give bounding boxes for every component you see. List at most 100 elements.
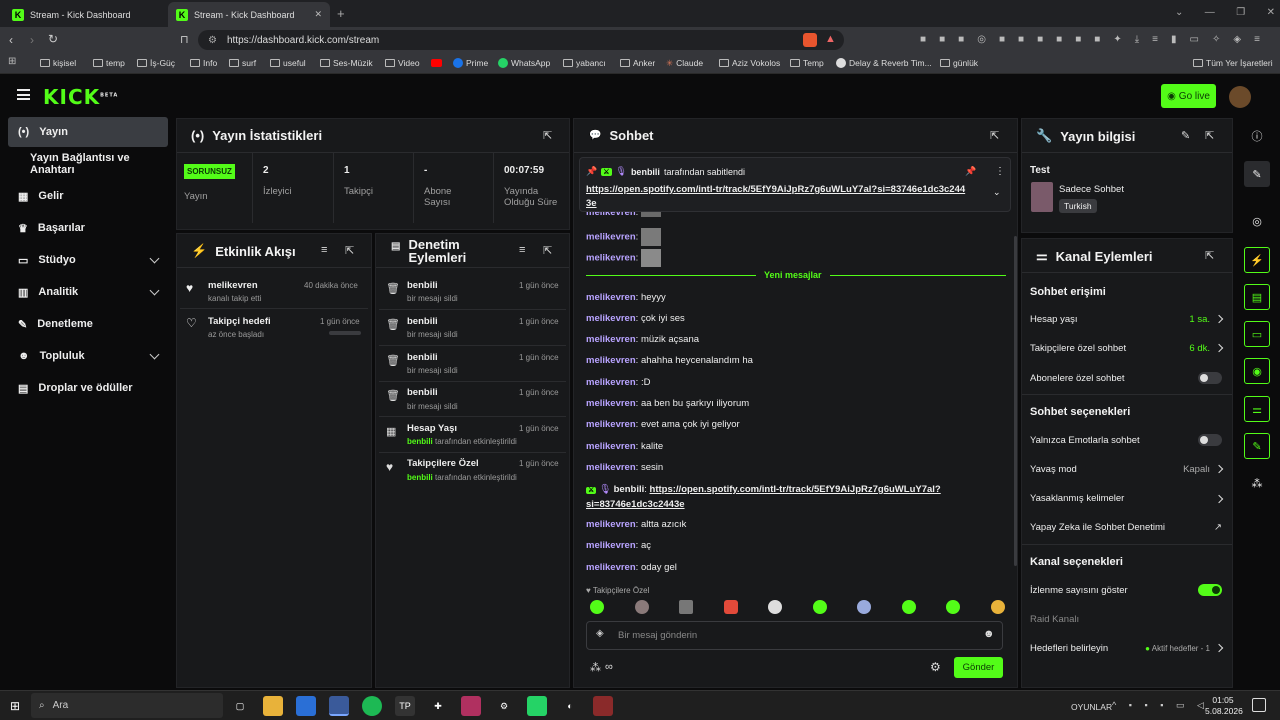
edit-icon[interactable]: ✎ (1181, 129, 1190, 142)
volume-icon[interactable]: ◁ (1197, 700, 1204, 712)
bookmark-item[interactable]: useful (270, 55, 306, 71)
chat-username[interactable]: melikevren (586, 313, 636, 324)
bookmark-item[interactable]: surf (229, 55, 256, 71)
url-field[interactable]: ⚙ https://dashboard.kick.com/stream (198, 30, 844, 50)
extension-icon[interactable]: ■ (1056, 34, 1062, 46)
chat-username[interactable]: melikevren (586, 419, 636, 430)
chat-username[interactable]: melikevren (586, 232, 636, 243)
target-icon[interactable]: ◎ (1244, 208, 1270, 234)
chat-username[interactable]: melikevren (586, 462, 636, 473)
setting-ai-moderation[interactable]: Yapay Zeka ile Sohbet Denetimi ↗ (1030, 522, 1222, 533)
setting-banned-words[interactable]: Yasaklanmış kelimeler (1030, 493, 1224, 504)
extension-icon[interactable]: ■ (958, 34, 964, 46)
bookmark-item[interactable]: WhatsApp (498, 55, 550, 71)
nav-item-studyo[interactable]: ▭ Stüdyo (8, 245, 168, 275)
tag-badge[interactable]: Turkish (1059, 199, 1097, 213)
youtube-bookmark[interactable] (431, 55, 442, 71)
setting-slow-mode[interactable]: Yavaş mod Kapalı (1030, 464, 1224, 475)
emote-icon[interactable] (946, 600, 961, 614)
kick-logo[interactable]: KICKBETA (43, 85, 118, 109)
emote-icon[interactable] (990, 600, 1005, 614)
filter-icon[interactable]: ≡ (519, 244, 525, 256)
extension-icon[interactable]: ◎ (977, 34, 986, 46)
emote-icon[interactable] (812, 600, 827, 614)
bookmark-item[interactable]: Video (385, 55, 420, 71)
forward-icon[interactable]: › (30, 33, 34, 47)
nav-item-analitik[interactable]: ▥ Analitik (8, 277, 168, 307)
broadcast-icon[interactable]: ◉ (1244, 358, 1270, 384)
tray-icon[interactable]: ▪ (1129, 700, 1132, 712)
popout-icon[interactable]: ⇱ (1205, 129, 1214, 142)
tray-label[interactable]: OYUNLAR (1071, 702, 1112, 712)
app-icon[interactable] (296, 696, 316, 716)
bookmark-item[interactable]: İş-Güç (137, 55, 175, 71)
wallet-icon[interactable]: ▭ (1190, 34, 1199, 46)
extension-icon[interactable]: ■ (1018, 34, 1024, 46)
chat-username[interactable]: melikevren (586, 334, 636, 345)
bookmark-item[interactable]: Aziz Vokolos (719, 55, 780, 71)
bookmark-icon[interactable]: ⊓ (180, 33, 189, 46)
emote-icon[interactable] (723, 600, 738, 614)
emote-only-toggle[interactable] (1198, 434, 1222, 446)
nav-item-droplar[interactable]: ▤ Droplar ve ödüller (8, 373, 168, 403)
setting-raid[interactable]: Raid Kanalı (1030, 614, 1222, 625)
setting-followers-only[interactable]: Takipçilere özel sohbet 6 dk. (1030, 343, 1224, 354)
nav-item-stream-key[interactable]: Yayın Bağlantısı ve Anahtarı (8, 149, 168, 179)
community-icon[interactable]: ⁂ (590, 661, 601, 674)
bookmark-item[interactable]: Anker (620, 55, 655, 71)
send-button[interactable]: Gönder (954, 657, 1003, 678)
chat-link[interactable]: https://open.spotify.com/intl-tr/track/5… (650, 484, 941, 495)
browser-tab[interactable]: K Stream - Kick Dashboard (4, 2, 166, 27)
show-views-toggle[interactable] (1198, 584, 1222, 596)
whatsapp-icon[interactable] (527, 696, 547, 716)
windows-start-icon[interactable]: ⊞ (10, 699, 20, 713)
new-tab-icon[interactable]: + (337, 6, 345, 21)
emoji-icon[interactable]: ☻ (983, 628, 995, 640)
reading-icon[interactable]: ≡ (1152, 34, 1158, 46)
sliders-icon[interactable]: ⚌ (1244, 396, 1270, 422)
bookmark-item[interactable]: kişisel (40, 55, 76, 71)
vpn-icon[interactable]: ◈ (1233, 34, 1241, 46)
puzzle-icon[interactable]: ✦ (1113, 34, 1121, 46)
chat-username[interactable]: melikevren (586, 519, 636, 530)
setting-goals[interactable]: Hedefleri belirleyin ● Aktif hedefler - 1 (1030, 643, 1224, 654)
bookmark-item[interactable]: yabancı (563, 55, 606, 71)
app-icon[interactable]: TP (395, 696, 415, 716)
emote-icon[interactable] (634, 600, 649, 614)
file-explorer-icon[interactable] (263, 696, 283, 716)
edit-icon[interactable]: ✎ (1244, 161, 1270, 187)
bookmark-item[interactable]: Temp (790, 55, 824, 71)
sidepanel-icon[interactable]: ▮ (1171, 34, 1177, 46)
browser-tab-active[interactable]: K Stream - Kick Dashboard ✕ (168, 2, 330, 27)
chat-username[interactable]: melikevren (586, 562, 636, 573)
chat-username[interactable]: benbili (614, 484, 645, 495)
nav-item-basarilar[interactable]: ♛ Başarılar (8, 213, 168, 243)
chevron-up-icon[interactable]: ^ (1112, 700, 1116, 712)
brave-browser-icon[interactable] (329, 696, 349, 716)
more-options-icon[interactable]: ⋮ (995, 166, 1005, 177)
popout-icon[interactable]: ⇱ (543, 244, 552, 257)
lightning-icon[interactable]: ⚡ (1244, 247, 1270, 273)
window-controls[interactable]: ⌄ — ❐ ✕ (1175, 7, 1275, 18)
back-icon[interactable]: ‹ (9, 33, 13, 47)
emote-icon[interactable] (590, 600, 604, 614)
popout-icon[interactable]: ⇱ (543, 129, 552, 142)
chat-username[interactable]: melikevren (586, 253, 636, 264)
tray-icon[interactable]: ▪ (1160, 700, 1163, 712)
close-tab-icon[interactable]: ✕ (314, 9, 322, 20)
info-icon[interactable]: ⓘ (1244, 123, 1270, 149)
brave-shield-icon[interactable] (803, 33, 817, 47)
chevron-down-icon[interactable]: ⌄ (1175, 7, 1183, 18)
taskbar-search[interactable]: ⌕ Ara (31, 693, 223, 718)
emote-icon[interactable] (679, 600, 694, 614)
category-name[interactable]: Sadece Sohbet (1059, 184, 1124, 195)
extension-icon[interactable]: ■ (1075, 34, 1081, 46)
all-bookmarks[interactable]: Tüm Yer İşaretleri (1193, 55, 1273, 71)
popout-icon[interactable]: ⇱ (990, 129, 999, 142)
unpin-icon[interactable]: 📌 (965, 166, 976, 177)
popout-icon[interactable]: ⇱ (1205, 249, 1214, 262)
minimize-icon[interactable]: — (1205, 7, 1215, 18)
close-window-icon[interactable]: ✕ (1267, 7, 1275, 18)
bookmark-item[interactable]: ✳ Claude (666, 55, 703, 71)
go-live-button[interactable]: ◉ Go live (1161, 84, 1216, 108)
